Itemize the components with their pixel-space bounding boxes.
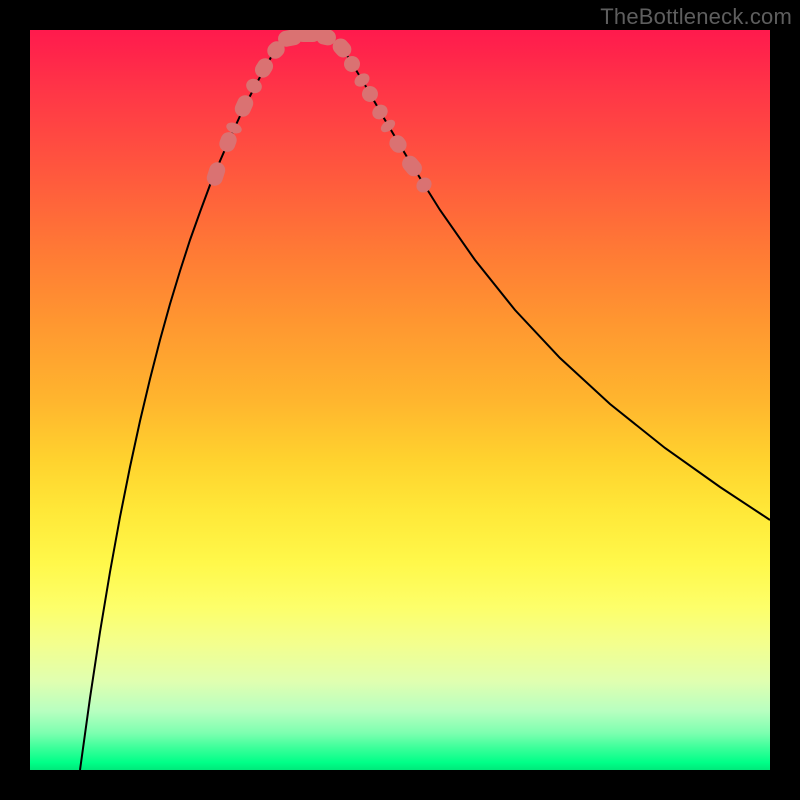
bead-marker xyxy=(399,152,425,179)
bead-marker xyxy=(244,76,265,96)
outer-frame: TheBottleneck.com xyxy=(0,0,800,800)
watermark-text: TheBottleneck.com xyxy=(600,4,792,30)
bead-marker xyxy=(369,102,390,123)
bead-marker xyxy=(386,132,410,156)
bead-marker xyxy=(232,93,256,120)
bead-marker xyxy=(205,160,228,188)
bead-marker xyxy=(413,174,434,195)
bead-marker xyxy=(379,117,398,134)
plot-area xyxy=(30,30,770,770)
bead-marker xyxy=(252,55,276,80)
curve-path xyxy=(80,34,770,770)
bead-marker xyxy=(217,130,239,154)
bead-group xyxy=(205,30,435,196)
bottleneck-curve xyxy=(30,30,770,770)
